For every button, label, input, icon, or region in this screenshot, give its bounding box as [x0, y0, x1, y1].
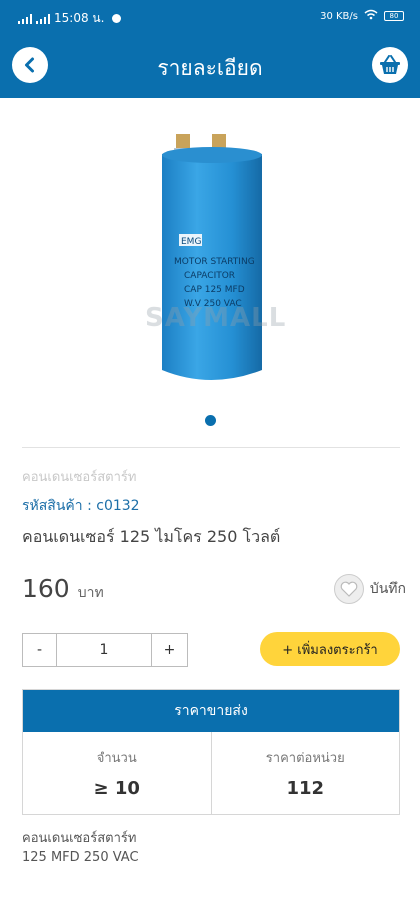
capacitor-text-2: CAPACITOR	[184, 271, 235, 281]
product-image: EMG MOTOR STARTING CAPACITOR CAP 125 MFD…	[162, 134, 262, 380]
image-pager-dot[interactable]	[205, 415, 216, 426]
save-button[interactable]: บันทึก	[333, 574, 406, 604]
quantity-input[interactable]: 1	[57, 634, 151, 666]
page-title: รายละเอียด	[157, 56, 263, 80]
breadcrumb[interactable]: คอนเดนเซอร์สตาร์ท	[22, 466, 136, 487]
watermark: SAYMALL	[145, 303, 287, 333]
battery-icon: 80	[384, 11, 404, 21]
heart-icon	[333, 574, 364, 604]
description-line: 125 MFD 250 VAC	[22, 850, 139, 865]
product-price: 160	[22, 574, 70, 603]
basket-icon	[380, 55, 400, 74]
product-sku: รหัสสินค้า : c0132	[22, 498, 140, 514]
decrease-quantity-button[interactable]: -	[23, 634, 57, 666]
cart-button[interactable]	[372, 47, 408, 83]
add-to-cart-button[interactable]: + เพิ่มลงตระกร้า	[260, 632, 400, 666]
wifi-icon	[364, 9, 378, 23]
description-line: คอนเดนเซอร์สตาร์ท	[22, 831, 137, 846]
wholesale-title: ราคาขายส่ง	[23, 690, 399, 732]
capacitor-text-1: MOTOR STARTING	[174, 257, 255, 267]
wholesale-qty-value: ≥ 10	[93, 778, 140, 799]
status-right: 30 KB/s 80	[320, 9, 404, 23]
capacitor-text-3: CAP 125 MFD	[184, 285, 245, 295]
product-name: คอนเดนเซอร์ 125 ไมโคร 250 โวลต์	[22, 527, 281, 546]
signal-icon	[18, 13, 32, 24]
wholesale-price-table: ราคาขายส่ง จำนวน ≥ 10 ราคาต่อหน่วย 112	[22, 689, 400, 815]
product-description: คอนเดนเซอร์สตาร์ท 125 MFD 250 VAC	[22, 829, 139, 867]
status-bar: 15:08 น. 30 KB/s 80	[0, 0, 420, 34]
top-app-bar: รายละเอียด	[0, 34, 420, 98]
increase-quantity-button[interactable]: +	[151, 634, 187, 666]
wholesale-price-value: 112	[286, 778, 325, 799]
status-time: 15:08 น.	[54, 11, 105, 25]
wholesale-price-cell: ราคาต่อหน่วย 112	[210, 732, 400, 814]
capacitor-brand: EMG	[181, 237, 201, 247]
quantity-stepper: - 1 +	[22, 633, 188, 667]
wholesale-price-label: ราคาต่อหน่วย	[265, 751, 345, 766]
signal-icon	[36, 13, 50, 24]
price-row: 160 บาท	[22, 574, 104, 604]
message-icon	[112, 14, 122, 23]
network-speed: 30 KB/s	[320, 10, 358, 22]
save-label: บันทึก	[369, 581, 406, 597]
product-image-gallery[interactable]: EMG MOTOR STARTING CAPACITOR CAP 125 MFD…	[0, 98, 420, 438]
wholesale-qty-label: จำนวน	[96, 751, 137, 766]
status-left: 15:08 น.	[18, 9, 122, 28]
wholesale-qty-cell: จำนวน ≥ 10	[23, 732, 211, 814]
divider	[22, 447, 400, 448]
price-currency: บาท	[77, 585, 104, 601]
